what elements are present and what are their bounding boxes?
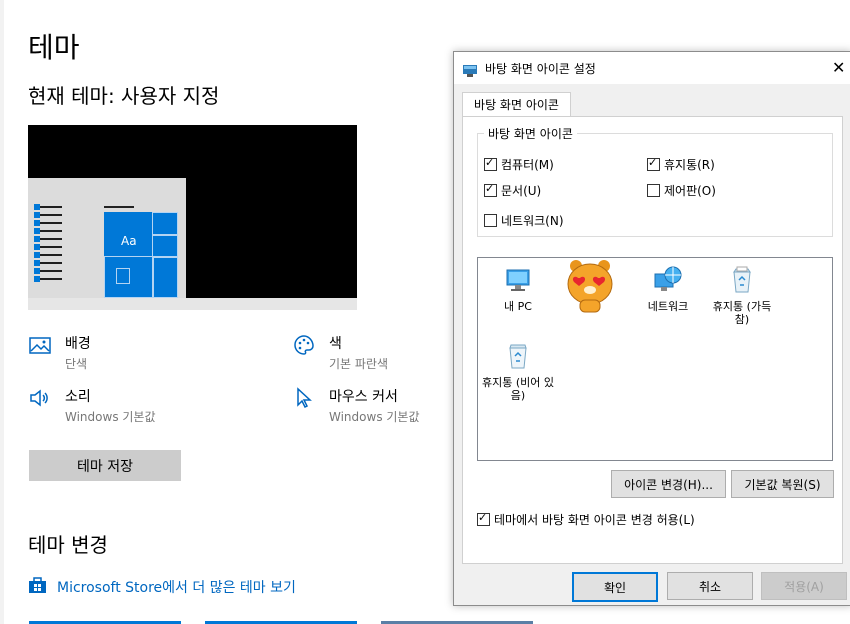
- checkbox-recycle-bin[interactable]: 휴지통(R): [647, 156, 715, 173]
- recycle-bin-full-icon: [726, 264, 758, 296]
- icon-item-recycle-empty[interactable]: 휴지통 (비어 있음): [480, 340, 556, 402]
- theme-preview[interactable]: Aa: [28, 125, 357, 310]
- icon-list[interactable]: 내 PC 네트워크 휴지통 (가득 참) 휴지통 (비어 있음): [477, 257, 833, 461]
- checkbox-computer[interactable]: 컴퓨터(M): [484, 156, 554, 173]
- option-sound[interactable]: 소리 Windows 기본값: [28, 386, 156, 425]
- desktop-settings-icon: [463, 62, 477, 77]
- speaker-icon: [28, 386, 52, 425]
- checkbox-control-panel[interactable]: 제어판(O): [647, 182, 716, 199]
- dialog-title: 바탕 화면 아이콘 설정: [485, 62, 596, 76]
- change-theme-heading: 테마 변경: [28, 533, 108, 557]
- checkbox-network[interactable]: 네트워크(N): [484, 212, 564, 229]
- preview-tile-label: Aa: [121, 234, 137, 248]
- icon-label: 휴지통 (비어 있음): [481, 376, 554, 402]
- preview-floor: [28, 298, 357, 310]
- checkbox-label: 네트워크(N): [501, 214, 564, 228]
- window-edge: [0, 0, 4, 624]
- option-sound-value: Windows 기본값: [65, 410, 156, 424]
- option-color-title: 색: [329, 336, 342, 352]
- option-sound-title: 소리: [65, 389, 91, 405]
- checkbox-box[interactable]: [484, 214, 497, 227]
- allow-themes-checkbox[interactable]: 테마에서 바탕 화면 아이콘 변경 허용(L): [477, 511, 695, 528]
- checkbox-label: 컴퓨터(M): [501, 158, 554, 172]
- desktop-icons-group: 바탕 화면 아이콘 컴퓨터(M) 휴지통(R) 문서(U) 제어판(O) 네트워…: [477, 125, 833, 237]
- change-icon-button[interactable]: 아이콘 변경(H)...: [611, 470, 726, 498]
- picture-icon: [28, 333, 52, 372]
- dialog-titlebar[interactable]: 바탕 화면 아이콘 설정 ✕: [454, 52, 850, 84]
- option-background[interactable]: 배경 단색: [28, 333, 91, 372]
- palette-icon: [292, 333, 316, 372]
- current-theme-label: 현재 테마: 사용자 지정: [28, 84, 220, 108]
- icon-item-recycle-full[interactable]: 휴지통 (가득 참): [704, 264, 780, 326]
- checkbox-label: 테마에서 바탕 화면 아이콘 변경 허용(L): [494, 513, 695, 527]
- close-icon[interactable]: ✕: [832, 58, 845, 77]
- option-cursor-title: 마우스 커서: [329, 389, 398, 405]
- store-link-text: Microsoft Store에서 더 많은 테마 보기: [57, 579, 296, 596]
- checkbox-box[interactable]: [484, 182, 497, 197]
- icon-label: 네트워크: [647, 300, 689, 313]
- character-sticker-icon: [564, 256, 616, 316]
- tab-desktop-icons[interactable]: 바탕 화면 아이콘: [462, 92, 571, 117]
- checkbox-label: 휴지통(R): [664, 158, 715, 172]
- checkbox-box[interactable]: [484, 156, 497, 171]
- monitor-icon: [502, 264, 534, 296]
- icon-label: 휴지통 (가득 참): [712, 300, 772, 326]
- checkbox-label: 문서(U): [501, 184, 542, 198]
- checkbox-box[interactable]: [647, 184, 660, 197]
- store-link[interactable]: Microsoft Store에서 더 많은 테마 보기: [28, 575, 296, 598]
- apply-button[interactable]: 적용(A): [761, 572, 847, 600]
- option-cursor-value: Windows 기본값: [329, 410, 420, 424]
- recycle-bin-empty-icon: [502, 340, 534, 372]
- checkbox-box[interactable]: [477, 511, 490, 526]
- page-title: 테마: [28, 31, 80, 64]
- icon-item-character[interactable]: [552, 256, 628, 320]
- option-background-title: 배경: [65, 336, 91, 352]
- store-bag-icon: [28, 575, 47, 598]
- checkbox-documents[interactable]: 문서(U): [484, 182, 541, 199]
- option-color[interactable]: 색 기본 파란색: [292, 333, 388, 372]
- save-theme-button[interactable]: 테마 저장: [29, 450, 181, 481]
- preview-header-bar: [104, 206, 134, 208]
- option-color-value: 기본 파란색: [329, 357, 389, 371]
- icon-item-network[interactable]: 네트워크: [630, 264, 706, 313]
- cursor-icon: [292, 386, 316, 425]
- restore-default-button[interactable]: 기본값 복원(S): [731, 470, 834, 498]
- cancel-button[interactable]: 취소: [667, 572, 753, 600]
- option-cursor[interactable]: 마우스 커서 Windows 기본값: [292, 386, 420, 425]
- group-label: 바탕 화면 아이콘: [484, 125, 577, 142]
- network-globe-icon: [652, 264, 684, 296]
- preview-list: [34, 204, 62, 286]
- preview-window: Aa: [28, 178, 186, 298]
- ok-button[interactable]: 확인: [572, 572, 658, 602]
- preview-tiles: Aa: [104, 212, 178, 298]
- icon-label: 내 PC: [504, 300, 532, 313]
- icon-item-this-pc[interactable]: 내 PC: [480, 264, 556, 313]
- checkbox-label: 제어판(O): [664, 184, 716, 198]
- tab-panel: 바탕 화면 아이콘 컴퓨터(M) 휴지통(R) 문서(U) 제어판(O) 네트워…: [462, 116, 843, 564]
- desktop-icon-settings-dialog: 바탕 화면 아이콘 설정 ✕ 바탕 화면 아이콘 바탕 화면 아이콘 컴퓨터(M…: [453, 51, 850, 606]
- checkbox-box[interactable]: [647, 156, 660, 171]
- option-background-value: 단색: [65, 357, 88, 371]
